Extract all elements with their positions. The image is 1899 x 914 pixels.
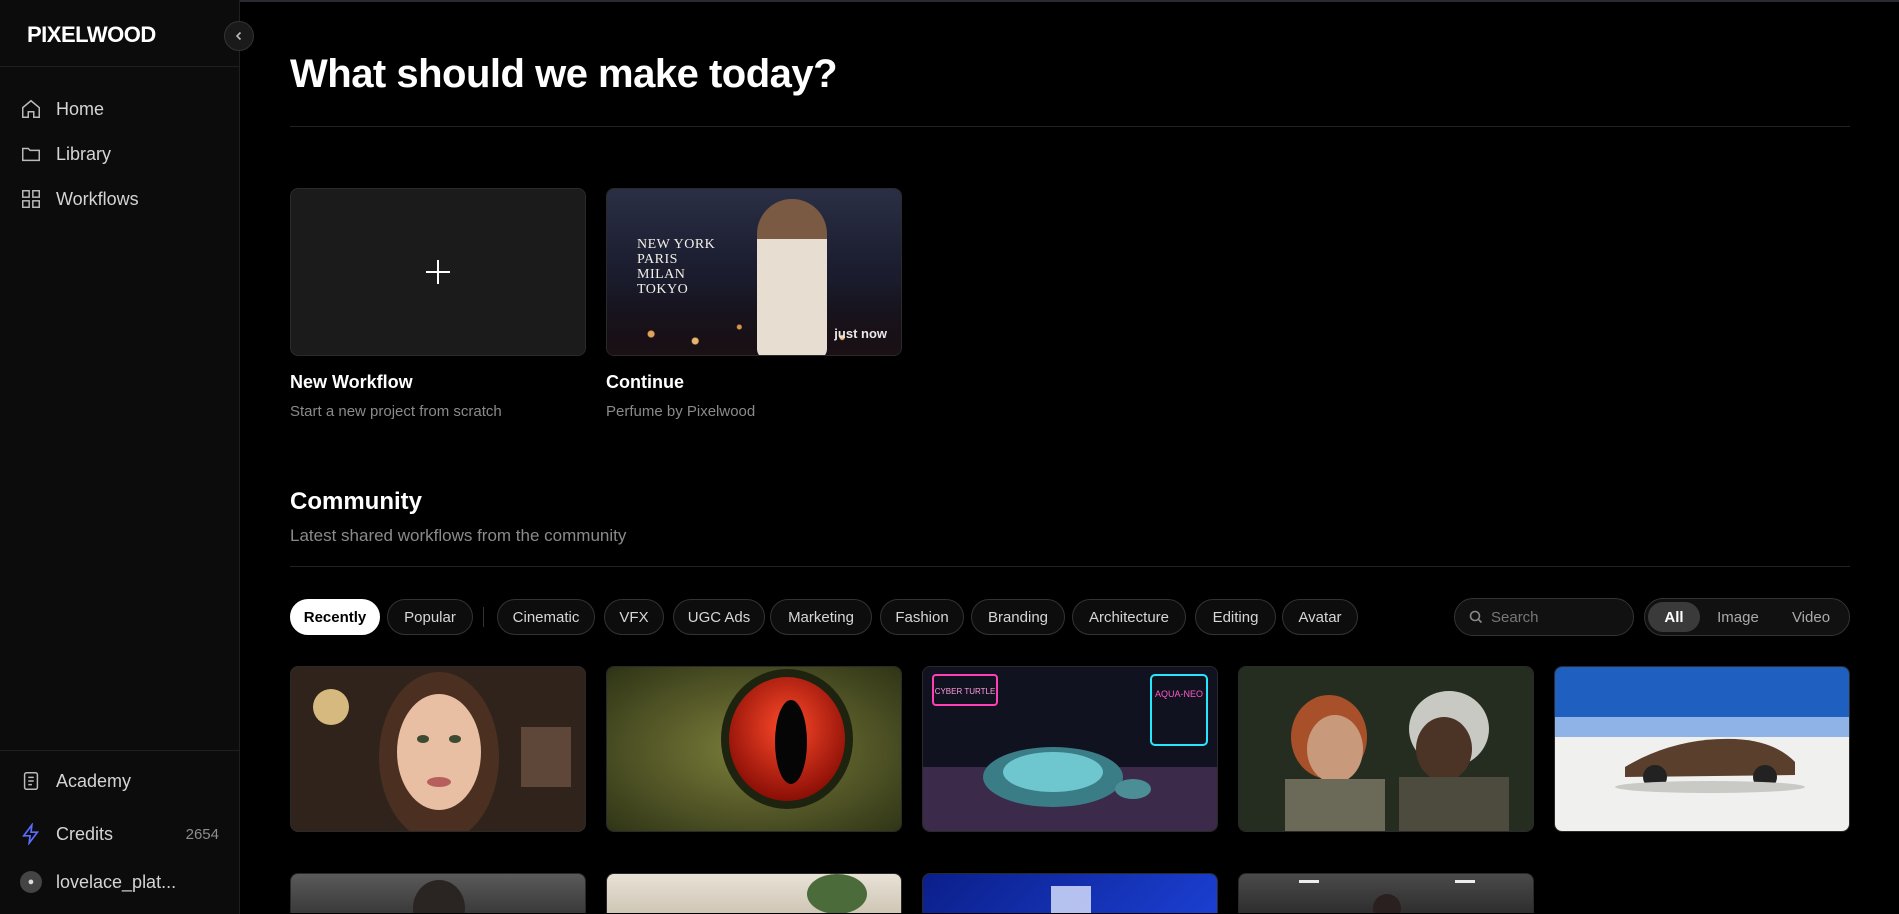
community-card[interactable] (1554, 666, 1850, 832)
continue-subtitle: Perfume by Pixelwood (606, 403, 756, 420)
svg-text:AQUA-NEO: AQUA-NEO (1155, 689, 1203, 699)
timestamp: just now (834, 326, 887, 341)
chip-editing[interactable]: Editing (1195, 599, 1276, 635)
chip-popular[interactable]: Popular (387, 599, 473, 635)
portrait-thumbnail (291, 667, 585, 831)
app-logo[interactable]: PIXELWOOD (27, 22, 156, 48)
sidebar-item-library[interactable]: Library (20, 140, 111, 168)
page-title: What should we make today? (290, 52, 838, 96)
svg-text:CYBER TURTLE: CYBER TURTLE (935, 687, 996, 696)
sidebar-item-label: Library (56, 143, 112, 164)
media-filter-video[interactable]: Video (1776, 602, 1846, 632)
plus-icon (426, 260, 450, 284)
community-divider (290, 566, 1850, 567)
sidebar-item-academy[interactable]: Academy (20, 767, 131, 795)
title-divider (290, 126, 1850, 127)
frog-eye-thumbnail (607, 667, 901, 831)
sidebar-item-label: Academy (56, 770, 132, 791)
search-input[interactable] (1491, 608, 1621, 626)
sidebar-item-home[interactable]: Home (20, 95, 104, 123)
community-card[interactable] (1238, 666, 1534, 832)
sidebar-item-credits[interactable]: Credits (20, 820, 113, 848)
chip-avatar[interactable]: Avatar (1282, 599, 1358, 635)
community-card[interactable] (1238, 873, 1534, 913)
lightning-icon (22, 823, 40, 845)
sidebar-divider (0, 750, 240, 751)
sidebar-item-label: Workflows (56, 188, 139, 209)
chip-separator (483, 607, 484, 627)
chip-marketing[interactable]: Marketing (770, 599, 872, 635)
chip-architecture[interactable]: Architecture (1072, 599, 1186, 635)
avatar: ● (20, 871, 42, 893)
chevron-left-icon (235, 31, 242, 41)
sidebar-divider (0, 66, 240, 67)
chip-branding[interactable]: Branding (971, 599, 1065, 635)
community-card[interactable] (290, 873, 586, 913)
car-salt-flat-thumbnail (1555, 667, 1849, 831)
continue-thumbnail: NEW YORK PARIS MILAN TOKYO just now (607, 189, 901, 355)
sidebar-item-label: Home (56, 98, 105, 119)
chip-recently[interactable]: Recently (290, 599, 380, 635)
community-subtitle: Latest shared workflows from the communi… (290, 526, 627, 545)
new-workflow-title: New Workflow (290, 372, 413, 392)
new-workflow-tile[interactable] (290, 188, 586, 356)
chip-ugc-ads[interactable]: UGC Ads (673, 599, 765, 635)
media-filter-image[interactable]: Image (1702, 602, 1774, 632)
continue-tile[interactable]: NEW YORK PARIS MILAN TOKYO just now (606, 188, 902, 356)
book-icon (23, 772, 39, 790)
collapse-sidebar-button[interactable] (224, 21, 254, 51)
community-search[interactable] (1454, 598, 1634, 636)
sidebar-item-workflows[interactable]: Workflows (20, 185, 139, 213)
community-card[interactable] (922, 873, 1218, 913)
chip-vfx[interactable]: VFX (604, 599, 664, 635)
two-men-thumbnail (1239, 667, 1533, 831)
thumbnail-city-text: NEW YORK PARIS MILAN TOKYO (637, 237, 716, 297)
community-card[interactable] (606, 666, 902, 832)
username: lovelace_plat... (56, 871, 177, 892)
sidebar-item-label: Credits (56, 823, 114, 844)
model-figure (757, 199, 827, 355)
cyber-turtle-thumbnail: CYBER TURTLE AQUA-NEO (923, 667, 1217, 831)
community-card[interactable]: CYBER TURTLE AQUA-NEO (922, 666, 1218, 832)
new-workflow-subtitle: Start a new project from scratch (290, 403, 502, 420)
community-card[interactable] (290, 666, 586, 832)
cube-thumbnail (1051, 886, 1091, 913)
search-icon (1469, 610, 1483, 624)
man-portrait-thumbnail (413, 880, 465, 913)
community-card[interactable] (606, 873, 902, 913)
media-filter: All Image Video (1644, 598, 1850, 636)
community-title: Community (290, 488, 422, 515)
top-border (0, 0, 1899, 2)
credits-count: 2654 (185, 826, 219, 843)
grid-icon (22, 190, 40, 208)
sidebar: PIXELWOOD Home Library Workflows Academy… (0, 0, 240, 914)
hallway-thumbnail (1299, 880, 1475, 913)
user-profile[interactable]: ● lovelace_plat... (20, 868, 176, 896)
media-filter-all[interactable]: All (1648, 602, 1700, 632)
interior-thumbnail (807, 874, 867, 913)
home-icon (22, 99, 40, 118)
continue-title: Continue (606, 372, 684, 392)
folder-icon (22, 147, 40, 162)
chip-cinematic[interactable]: Cinematic (497, 599, 595, 635)
chip-fashion[interactable]: Fashion (880, 599, 964, 635)
